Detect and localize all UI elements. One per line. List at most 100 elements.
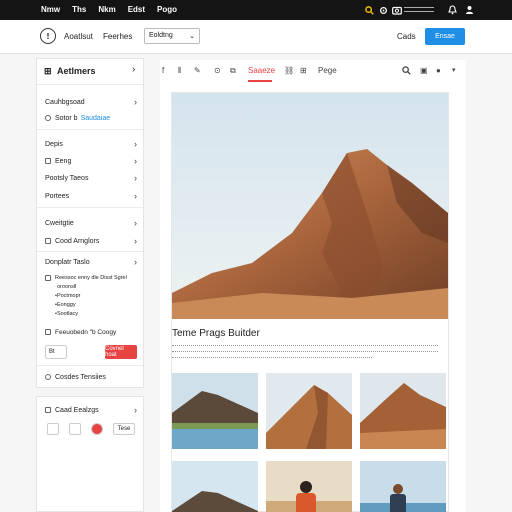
checkbox-label: Sotor b — [55, 114, 78, 122]
chevron-right-icon: › — [134, 218, 137, 228]
nav-item-5[interactable]: Pogo — [157, 5, 177, 14]
columns-icon[interactable]: ⫴ — [178, 66, 181, 76]
gallery-image[interactable] — [360, 461, 446, 512]
toolbar-item-1[interactable]: Aoatlsut — [64, 32, 93, 41]
image-icon[interactable]: ▣ — [420, 66, 428, 75]
notification-icon[interactable] — [447, 5, 457, 15]
gallery-image[interactable] — [266, 461, 352, 512]
sidebar-item[interactable]: Cood Arnglors › — [45, 234, 137, 248]
tab-page[interactable]: Pege — [318, 66, 337, 75]
comment-icon — [45, 238, 51, 244]
chevron-right-icon[interactable]: › — [132, 64, 135, 75]
save-button[interactable]: Ensae — [425, 28, 465, 45]
sidebar-item[interactable]: Pootsly Taeos › — [45, 171, 137, 185]
sidebar-panel: ⊞ Aetlmers › Cauhbgsoad › Sotor b Saudaia… — [36, 58, 144, 388]
sidebar-section[interactable]: Donplatr Taslo › — [45, 255, 137, 269]
tab-section[interactable]: Saaeze — [248, 66, 275, 75]
align-center-icon[interactable] — [69, 423, 81, 435]
sidebar-item[interactable]: Eeng › — [45, 154, 137, 168]
checkbox[interactable] — [45, 407, 51, 413]
checkbox-label: Cosdes Tensiies — [55, 373, 106, 381]
chevron-right-icon: › — [134, 139, 137, 149]
chevron-right-icon: › — [134, 191, 137, 201]
option-checkbox[interactable]: Cosdes Tensiies — [45, 370, 137, 384]
item-label: Portees — [45, 192, 70, 200]
checkbox[interactable] — [45, 374, 51, 380]
gallery-image[interactable] — [360, 373, 446, 449]
checkbox[interactable] — [45, 275, 51, 281]
info-icon — [47, 33, 49, 40]
chevron-right-icon: › — [134, 236, 137, 246]
cancel-button[interactable]: Cads — [397, 32, 416, 41]
add-button[interactable]: Covnel hoat — [105, 345, 137, 359]
info-button[interactable] — [40, 28, 56, 44]
chevron-right-icon: › — [134, 173, 137, 183]
page-dropdown[interactable]: Eoldtng ⌄ — [144, 28, 200, 44]
link-icon[interactable]: ⛓ — [284, 66, 294, 75]
page-canvas[interactable]: Teme Prags Buitder — [171, 92, 449, 512]
hero-image[interactable] — [172, 93, 448, 319]
chevron-right-icon: › — [134, 257, 137, 267]
search-icon[interactable] — [364, 5, 374, 15]
dropdown-value: Eoldtng — [149, 32, 173, 39]
grid-icon[interactable]: ⊞ — [300, 66, 307, 75]
section-appearance[interactable]: Cauhbgsoad › — [45, 95, 137, 109]
chevron-right-icon: › — [134, 97, 137, 107]
settings-icon[interactable]: ● — [436, 66, 441, 75]
nav-item-1[interactable]: Nmw — [41, 5, 60, 14]
top-nav: Nmw Ths Nkm Edst Pogo — [41, 5, 177, 14]
bullet-text: Sootlacy — [56, 311, 79, 317]
sidebar-item[interactable]: Cweitgtie › — [45, 216, 137, 230]
checkbox[interactable] — [45, 115, 51, 121]
top-menu-bar: Nmw Ths Nkm Edst Pogo — [0, 0, 512, 20]
item-label: Eeng — [55, 157, 72, 165]
chevron-down-icon[interactable]: ▾ — [452, 66, 456, 74]
camera-icon[interactable] — [392, 5, 402, 15]
item-label: Depis — [45, 140, 63, 148]
sidebar-panel-secondary: Caad Eealzgs › Tese — [36, 396, 144, 512]
nav-item-4[interactable]: Edst — [128, 5, 145, 14]
sidebar-title: Aetlmers — [57, 66, 96, 76]
link[interactable]: Saudaiae — [81, 115, 111, 122]
text-line — [172, 357, 372, 359]
text-button[interactable]: Tese — [113, 423, 135, 435]
checkbox[interactable] — [45, 329, 51, 335]
gallery-image[interactable] — [172, 373, 258, 449]
settings-icon[interactable] — [378, 5, 388, 15]
checkbox-label: Feeuobedn "b Coogy — [55, 328, 117, 336]
divider — [37, 365, 143, 366]
image-icon — [45, 158, 51, 164]
user-icon[interactable] — [464, 5, 474, 15]
target-icon[interactable]: ⊙ — [214, 66, 221, 75]
sidebar-item[interactable]: Depis › — [45, 137, 137, 151]
nav-item-2[interactable]: Ths — [72, 5, 86, 14]
page-title[interactable]: Teme Prags Buitder — [172, 328, 260, 339]
section-label: Cauhbgsoad — [45, 98, 85, 106]
text-line — [172, 345, 438, 347]
active-tab-indicator — [248, 80, 272, 82]
input-value: Bt — [49, 349, 55, 355]
section-label: Caad Eealzgs — [55, 406, 99, 414]
bullet-item: • Sootlacy — [55, 311, 79, 317]
toolbar-item-2[interactable]: Feerhes — [103, 32, 132, 41]
option-checkbox[interactable]: Feeuobedn "b Coogy — [45, 325, 137, 339]
section-label: Donplatr Taslo — [45, 258, 90, 266]
align-left-icon[interactable] — [47, 423, 59, 435]
small-input[interactable]: Bt — [45, 345, 67, 359]
sidebar-section[interactable]: Caad Eealzgs › — [45, 403, 137, 417]
divider — [37, 129, 143, 130]
search-icon[interactable] — [402, 66, 411, 77]
text-line — [172, 351, 438, 353]
divider — [37, 251, 143, 252]
edit-icon[interactable]: ✎ — [194, 66, 201, 75]
facebook-icon[interactable]: f — [162, 66, 164, 75]
sticky-toggle[interactable]: Sotor b Saudaiae — [45, 111, 137, 125]
item-label: Pootsly Taeos — [45, 174, 89, 182]
sidebar-grid-icon: ⊞ — [44, 66, 52, 76]
gallery-image[interactable] — [266, 373, 352, 449]
layers-icon[interactable]: ⧉ — [230, 66, 236, 76]
nav-item-3[interactable]: Nkm — [98, 5, 115, 14]
gallery-image[interactable] — [172, 461, 258, 512]
sidebar-item[interactable]: Portees › — [45, 189, 137, 203]
color-swatch-icon[interactable] — [91, 423, 103, 435]
